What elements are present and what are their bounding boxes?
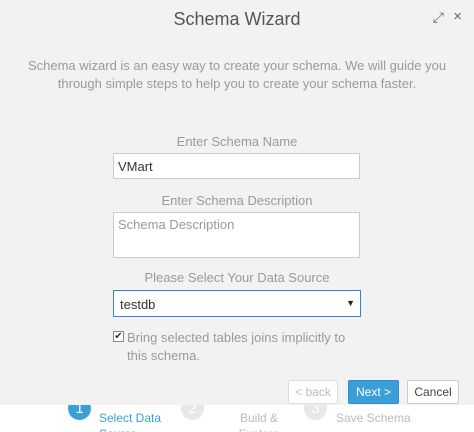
step-number: 3 — [304, 405, 327, 420]
step-number: 2 — [181, 405, 204, 420]
schema-wizard-dialog: Schema Wizard ⤢ × Schema wizard is an ea… — [0, 0, 474, 432]
back-button[interactable]: < back — [288, 380, 338, 404]
schema-description-input[interactable] — [113, 212, 360, 258]
title-bar: Schema Wizard ⤢ × — [0, 0, 474, 40]
data-source-select[interactable]: testdb ▼ — [113, 290, 361, 317]
data-source-value: testdb — [120, 297, 156, 312]
cancel-button[interactable]: Cancel — [407, 380, 459, 404]
schema-name-label: Enter Schema Name — [176, 134, 298, 149]
implicit-joins-checkbox[interactable]: ✔ — [113, 331, 124, 342]
step-label: Build & Explore — [239, 411, 280, 432]
step-label: Select Data Source — [99, 411, 162, 432]
schema-description-label: Enter Schema Description — [161, 193, 313, 208]
step-number: 1 — [68, 405, 91, 420]
step-label: Save Schema — [336, 411, 411, 425]
intro-text: Schema wizard is an easy way to create y… — [27, 58, 447, 91]
close-icon[interactable]: × — [453, 9, 462, 24]
implicit-joins-label[interactable]: Bring selected tables joins implicitly t… — [127, 329, 367, 365]
data-source-label: Please Select Your Data Source — [144, 270, 330, 285]
wizard-steps: 1 Select Data Source 2 Build & Explore 3… — [0, 405, 474, 432]
chevron-down-icon: ▼ — [346, 298, 355, 308]
schema-name-input[interactable] — [113, 153, 360, 179]
dialog-title: Schema Wizard — [173, 9, 301, 29]
expand-icon[interactable]: ⤢ — [433, 10, 444, 24]
next-button[interactable]: Next > — [348, 380, 399, 404]
